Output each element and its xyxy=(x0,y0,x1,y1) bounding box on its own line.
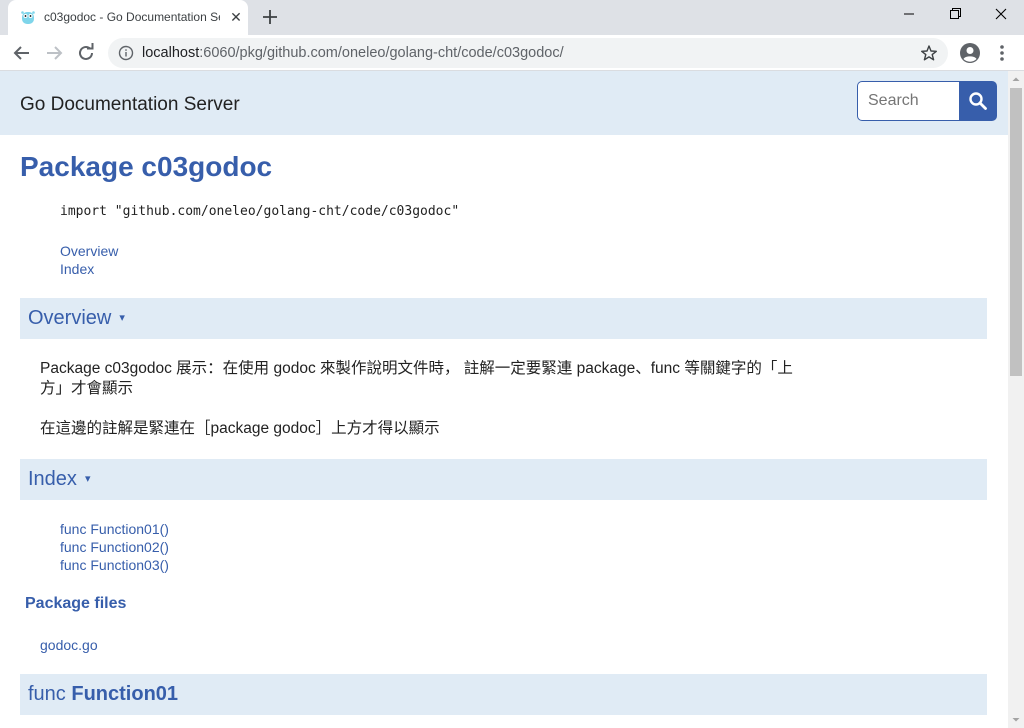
info-icon[interactable] xyxy=(118,45,134,61)
close-window-icon[interactable] xyxy=(978,0,1024,30)
forward-icon[interactable] xyxy=(42,41,66,65)
toc-link-overview[interactable]: Overview xyxy=(60,243,118,259)
overview-paragraph-1: Package c03godoc 展示：在使用 godoc 來製作說明文件時， … xyxy=(40,360,793,397)
back-icon[interactable] xyxy=(10,41,34,65)
more-menu-icon[interactable] xyxy=(992,41,1012,65)
collapse-toggle-icon[interactable]: ▾ xyxy=(119,312,125,324)
package-files-heading: Package files xyxy=(25,595,127,612)
index-link-function03[interactable]: func Function03() xyxy=(60,557,169,573)
overview-paragraph-2: 在這邊的註解是緊連在［package godoc］上方才得以顯示 xyxy=(40,420,440,437)
toc-link-index[interactable]: Index xyxy=(60,261,94,277)
function01-heading: func Function01 xyxy=(28,683,179,705)
bookmark-star-icon[interactable] xyxy=(920,44,938,62)
browser-toolbar: localhost:6060/pkg/github.com/oneleo/gol… xyxy=(0,35,1024,71)
gopher-favicon-icon xyxy=(21,11,35,24)
search-icon xyxy=(969,92,987,110)
function01-section-header: func Function01 xyxy=(20,674,987,715)
browser-tab-strip: c03godoc - Go Documentation Server ✕ xyxy=(0,0,1024,35)
search-button[interactable] xyxy=(959,81,997,121)
collapse-toggle-icon[interactable]: ▾ xyxy=(85,473,91,485)
overview-section-header[interactable]: Overview ▾ xyxy=(20,298,987,339)
file-link-godoc[interactable]: godoc.go xyxy=(40,637,98,653)
search-input[interactable] xyxy=(857,81,960,121)
page-title: Package c03godoc xyxy=(20,151,273,182)
server-title[interactable]: Go Documentation Server xyxy=(20,94,240,116)
url-text: localhost:6060/pkg/github.com/oneleo/gol… xyxy=(142,45,564,61)
url-path: :6060/pkg/github.com/oneleo/golang-cht/c… xyxy=(199,45,564,61)
index-link-function02[interactable]: func Function02() xyxy=(60,539,169,555)
url-host: localhost xyxy=(142,45,200,61)
address-bar[interactable]: localhost:6060/pkg/github.com/oneleo/gol… xyxy=(108,38,948,68)
minimize-window-icon[interactable] xyxy=(886,0,932,30)
scrollbar-thumb[interactable] xyxy=(1010,88,1022,376)
tab-title: c03godoc - Go Documentation Server xyxy=(44,10,220,24)
browser-tab[interactable]: c03godoc - Go Documentation Server ✕ xyxy=(8,0,248,35)
index-heading: Index ▾ xyxy=(28,468,91,490)
scroll-up-arrow-icon[interactable] xyxy=(1008,71,1024,88)
restore-window-icon[interactable] xyxy=(932,0,978,30)
site-header: Go Documentation Server xyxy=(0,71,1008,135)
close-tab-icon[interactable]: ✕ xyxy=(228,9,244,25)
import-statement: import "github.com/oneleo/golang-cht/cod… xyxy=(60,204,460,219)
index-link-function01[interactable]: func Function01() xyxy=(60,521,169,537)
new-tab-icon[interactable] xyxy=(260,7,280,27)
page-scrollbar[interactable] xyxy=(1008,71,1024,728)
function01-anchor[interactable]: Function01 xyxy=(71,683,178,705)
reload-icon[interactable] xyxy=(74,41,98,65)
profile-avatar-icon[interactable] xyxy=(958,41,982,65)
overview-heading: Overview ▾ xyxy=(28,307,125,329)
page-viewport: Go Documentation Server Package c03godoc… xyxy=(0,71,1008,728)
scroll-down-arrow-icon[interactable] xyxy=(1008,711,1024,728)
index-section-header[interactable]: Index ▾ xyxy=(20,459,987,500)
